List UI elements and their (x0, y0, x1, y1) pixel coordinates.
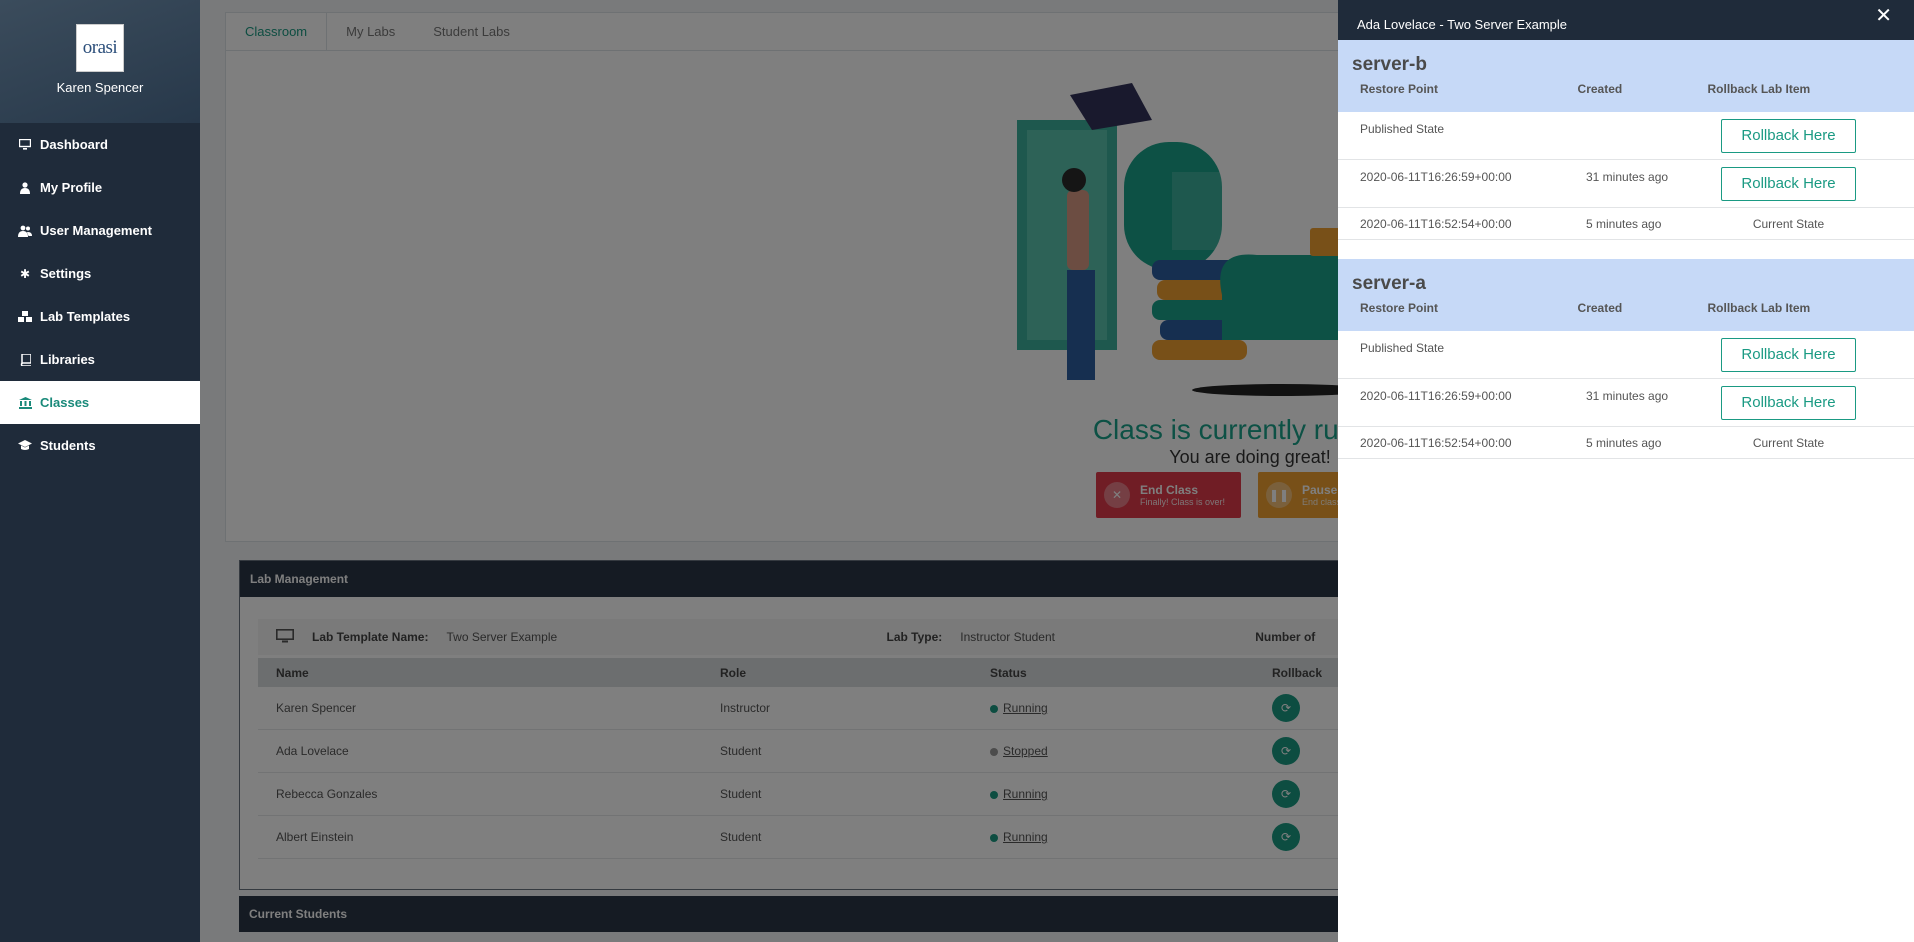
sidebar-item-label: User Management (40, 223, 152, 238)
rollback-here-button[interactable]: Rollback Here (1721, 166, 1856, 201)
sidebar-item-label: Libraries (40, 352, 95, 367)
orasi-logo: orasi (76, 24, 124, 72)
sidebar-item-students[interactable]: Students (0, 424, 200, 467)
sidebar-item-label: Dashboard (40, 137, 108, 152)
rollback-cell: Rollback Here (1721, 385, 1856, 420)
sidebar-item-user-management[interactable]: User Management (0, 209, 200, 252)
sidebar-item-classes[interactable]: Classes (0, 381, 200, 424)
sidebar-item-label: Settings (40, 266, 92, 281)
graduation-cap-icon (18, 440, 32, 451)
restore-row: Published State Rollback Here (1338, 331, 1914, 379)
close-icon[interactable]: ✕ (1875, 4, 1892, 28)
column-created: Created (1577, 82, 1623, 96)
gear-icon: ✱ (19, 266, 31, 281)
server-name: server-b (1352, 54, 1427, 75)
panel-header: Ada Lovelace - Two Server Example ✕ (1338, 0, 1914, 40)
book-icon (18, 353, 32, 366)
sidebar-item-dashboard[interactable]: Dashboard (0, 123, 200, 166)
created: 5 minutes ago (1586, 435, 1662, 450)
panel-title: Ada Lovelace - Two Server Example (1357, 17, 1568, 32)
column-created: Created (1577, 301, 1623, 315)
restore-point: Published State (1360, 122, 1445, 136)
rollback-here-button[interactable]: Rollback Here (1721, 118, 1856, 153)
restore-point: 2020-06-11T16:26:59+00:00 (1360, 170, 1512, 184)
rollback-cell: Rollback Here (1721, 166, 1856, 201)
restore-point: 2020-06-11T16:52:54+00:00 (1360, 435, 1512, 450)
sidebar-nav: Dashboard My Profile User Management ✱ S… (0, 123, 200, 467)
restore-row: 2020-06-11T16:52:54+00:00 5 minutes ago … (1338, 208, 1914, 240)
rollback-panel: Ada Lovelace - Two Server Example ✕ serv… (1338, 0, 1914, 942)
rollback-cell: Rollback Here (1721, 118, 1856, 153)
server-section: server-b Restore Point Created Rollback … (1338, 40, 1914, 240)
created: 31 minutes ago (1586, 389, 1669, 403)
restore-row: 2020-06-11T16:52:54+00:00 5 minutes ago … (1338, 427, 1914, 459)
server-columns: Restore Point Created Rollback Lab Item (1352, 82, 1900, 96)
server-header: server-b Restore Point Created Rollback … (1338, 40, 1914, 112)
user-name: Karen Spencer (56, 80, 144, 95)
sidebar-item-lab-templates[interactable]: Lab Templates (0, 295, 200, 338)
rollback-here-button[interactable]: Rollback Here (1721, 337, 1856, 372)
server-header: server-a Restore Point Created Rollback … (1338, 259, 1914, 331)
server-name: server-a (1352, 273, 1426, 294)
column-rollback-lab-item: Rollback Lab Item (1707, 82, 1811, 96)
restore-point: 2020-06-11T16:52:54+00:00 (1360, 216, 1512, 231)
rollback-here-button[interactable]: Rollback Here (1721, 385, 1856, 420)
sidebar-item-label: Students (40, 438, 96, 453)
current-state-label: Current State (1752, 216, 1825, 231)
sidebar-item-label: Classes (40, 395, 90, 410)
sidebar-header: orasi Karen Spencer (0, 0, 200, 123)
user-icon (18, 181, 32, 194)
restore-row: 2020-06-11T16:26:59+00:00 31 minutes ago… (1338, 160, 1914, 208)
restore-point: 2020-06-11T16:26:59+00:00 (1360, 389, 1512, 403)
rollback-cell: Rollback Here (1721, 337, 1856, 372)
sidebar-item-label: My Profile (40, 180, 103, 195)
created: 5 minutes ago (1586, 216, 1662, 231)
current-state-label: Current State (1752, 435, 1825, 450)
sidebar-item-my-profile[interactable]: My Profile (0, 166, 200, 209)
restore-row: 2020-06-11T16:26:59+00:00 31 minutes ago… (1338, 379, 1914, 427)
cubes-icon (18, 310, 32, 323)
bank-icon (18, 396, 32, 409)
sidebar: orasi Karen Spencer Dashboard My Profile… (0, 0, 200, 942)
restore-row: Published State Rollback Here (1338, 112, 1914, 160)
column-restore-point: Restore Point (1360, 301, 1439, 315)
sidebar-item-libraries[interactable]: Libraries (0, 338, 200, 381)
column-restore-point: Restore Point (1360, 82, 1439, 96)
monitor-icon (18, 139, 32, 150)
sidebar-item-label: Lab Templates (40, 309, 131, 324)
restore-point: Published State (1360, 341, 1445, 355)
server-section: server-a Restore Point Created Rollback … (1338, 259, 1914, 459)
created: 31 minutes ago (1586, 170, 1669, 184)
sidebar-item-settings[interactable]: ✱ Settings (0, 252, 200, 295)
server-columns: Restore Point Created Rollback Lab Item (1352, 301, 1900, 315)
column-rollback-lab-item: Rollback Lab Item (1707, 301, 1811, 315)
users-icon (18, 225, 32, 237)
